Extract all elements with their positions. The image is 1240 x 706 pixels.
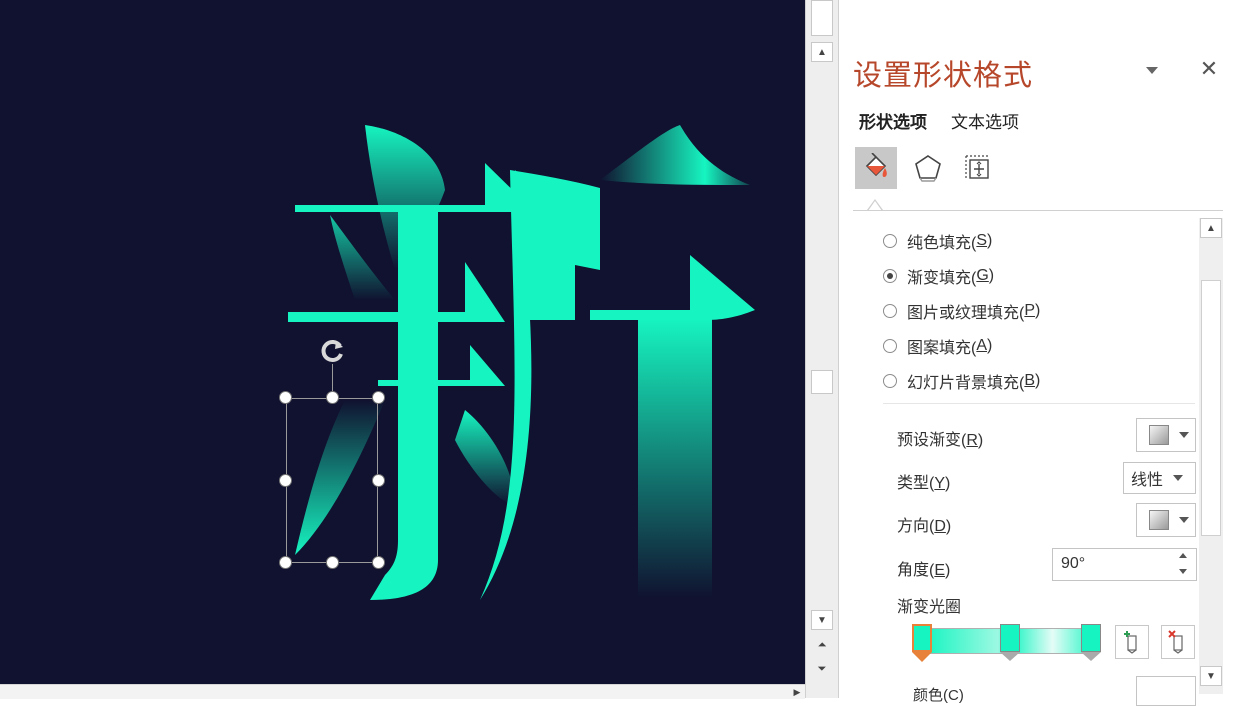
resize-handle-tr[interactable] — [372, 391, 385, 404]
angle-up-icon[interactable] — [1179, 553, 1187, 558]
type-value: 线性 — [1131, 472, 1164, 489]
resize-handle-mr[interactable] — [372, 474, 385, 487]
direction-label: 方向(D) — [897, 518, 952, 535]
radio-slide-background-fill[interactable]: 幻灯片背景填充(B) — [883, 368, 1040, 394]
radio-solid-fill-button[interactable] — [883, 234, 897, 248]
radio-gradient-fill-button[interactable] — [883, 269, 897, 283]
preset-gradient-dropdown[interactable] — [1136, 418, 1196, 452]
fill-line-icon[interactable] — [855, 147, 897, 189]
effects-pentagon-icon[interactable] — [907, 147, 949, 189]
chevron-down-icon — [1179, 517, 1189, 523]
gradient-stop-1[interactable] — [912, 624, 932, 652]
previous-slide-icon[interactable]: ⏶ — [811, 636, 833, 654]
radio-picture-fill-label: 图片或纹理填充( — [907, 305, 1025, 322]
pane-scroll-up-icon[interactable]: ▲ — [1200, 218, 1222, 238]
preset-gradient-swatch — [1149, 425, 1169, 445]
scroll-down-arrow-icon[interactable]: ▼ — [811, 610, 833, 630]
size-properties-icon[interactable] — [957, 147, 999, 189]
remove-gradient-stop-button[interactable] — [1161, 625, 1195, 659]
format-shape-pane: 设置形状格式 ✕ 形状选项 文本选项 纯色填充(S) 渐变填充(G) 图片或纹理… — [839, 0, 1240, 706]
tab-shape-options[interactable]: 形状选项 — [859, 108, 927, 133]
radio-picture-fill-button[interactable] — [883, 304, 897, 318]
angle-spinner[interactable]: 90° — [1052, 548, 1197, 581]
type-label: 类型(Y) — [897, 475, 951, 492]
scroll-up-arrow-icon[interactable]: ▲ — [811, 42, 833, 62]
radio-pattern-fill-label: 图案填充( — [907, 340, 977, 357]
glyph-artwork — [288, 125, 755, 600]
color-dropdown[interactable] — [1136, 676, 1196, 706]
next-slide-icon[interactable]: ⏷ — [811, 660, 833, 678]
scroll-thumb[interactable] — [811, 370, 833, 394]
add-gradient-stop-button[interactable] — [1115, 625, 1149, 659]
angle-label: 角度(E) — [897, 562, 951, 579]
paren-close: ) — [1035, 372, 1041, 389]
direction-dropdown[interactable] — [1136, 503, 1196, 537]
pane-divider — [853, 210, 1223, 211]
radio-gradient-fill[interactable]: 渐变填充(G) — [883, 263, 994, 289]
radio-slide-background-fill-key: B — [1024, 372, 1036, 389]
radio-solid-fill-label: 纯色填充( — [907, 235, 977, 252]
pane-vertical-scrollbar[interactable]: ▲ ▼ — [1199, 218, 1223, 694]
radio-picture-fill-key: P — [1024, 302, 1036, 319]
gradient-stop-3-pointer-icon — [1081, 652, 1101, 661]
gradient-stop-2[interactable] — [1000, 624, 1020, 652]
gradient-stop-1-pointer-icon — [912, 652, 932, 662]
type-dropdown[interactable]: 线性 — [1123, 462, 1196, 494]
slide-canvas[interactable] — [0, 0, 805, 684]
close-icon[interactable]: ✕ — [1197, 56, 1221, 82]
angle-down-icon[interactable] — [1179, 569, 1187, 574]
radio-gradient-fill-label: 渐变填充( — [907, 270, 977, 287]
resize-handle-tl[interactable] — [279, 391, 292, 404]
gradient-stroke-top-right — [600, 125, 750, 185]
shape-selection-box[interactable] — [286, 398, 378, 563]
color-label: 颜色(C) — [913, 687, 964, 704]
pane-scroll-thumb[interactable] — [1201, 280, 1221, 536]
resize-handle-tm[interactable] — [326, 391, 339, 404]
remove-stop-icon — [1168, 630, 1183, 654]
angle-value[interactable]: 90° — [1061, 555, 1085, 573]
pane-title: 设置形状格式 — [853, 60, 1034, 92]
resize-handle-ml[interactable] — [279, 474, 292, 487]
radio-pattern-fill-button[interactable] — [883, 339, 897, 353]
chevron-down-icon — [1173, 475, 1184, 481]
radio-solid-fill-key: S — [976, 232, 988, 249]
rotate-handle-icon[interactable] — [318, 336, 348, 366]
tab-text-options[interactable]: 文本选项 — [951, 108, 1019, 133]
radio-solid-fill[interactable]: 纯色填充(S) — [883, 228, 992, 254]
slide-vertical-scrollbar[interactable]: ▲ ▼ ⏶ ⏷ — [805, 0, 839, 698]
chevron-down-icon — [1179, 432, 1189, 438]
radio-picture-fill[interactable]: 图片或纹理填充(P) — [883, 298, 1040, 324]
gradient-stop-3[interactable] — [1081, 624, 1101, 652]
radio-slide-background-fill-label: 幻灯片背景填充( — [907, 375, 1025, 392]
gradient-stop-2-pointer-icon — [1000, 652, 1020, 661]
direction-swatch — [1149, 510, 1169, 530]
radio-pattern-fill-key: A — [976, 337, 988, 354]
paren-close: ) — [988, 267, 995, 284]
pane-scroll-down-icon[interactable]: ▼ — [1200, 666, 1222, 686]
scroll-right-arrow-icon[interactable]: ▶ — [790, 686, 804, 698]
gradient-stroke-lower-mid — [455, 410, 515, 505]
resize-handle-bm[interactable] — [326, 556, 339, 569]
preset-gradient-label: 预设渐变(R) — [897, 432, 984, 449]
horizontal-scrollbar[interactable]: ▶ — [0, 684, 805, 699]
pane-options-dropdown-icon[interactable] — [1142, 62, 1162, 78]
gradient-stroke-right-column — [638, 318, 712, 598]
paren-close: ) — [987, 337, 993, 354]
resize-handle-br[interactable] — [372, 556, 385, 569]
gradient-stops-label: 渐变光圈 — [897, 599, 962, 616]
paren-close: ) — [1035, 302, 1041, 319]
scroll-thumb-top[interactable] — [811, 0, 833, 36]
paren-close: ) — [987, 232, 993, 249]
radio-slide-background-fill-button[interactable] — [883, 374, 897, 388]
radio-pattern-fill[interactable]: 图案填充(A) — [883, 333, 992, 359]
section-divider — [883, 403, 1195, 404]
radio-gradient-fill-key: G — [976, 267, 989, 284]
resize-handle-bl[interactable] — [279, 556, 292, 569]
add-stop-icon — [1124, 631, 1137, 654]
